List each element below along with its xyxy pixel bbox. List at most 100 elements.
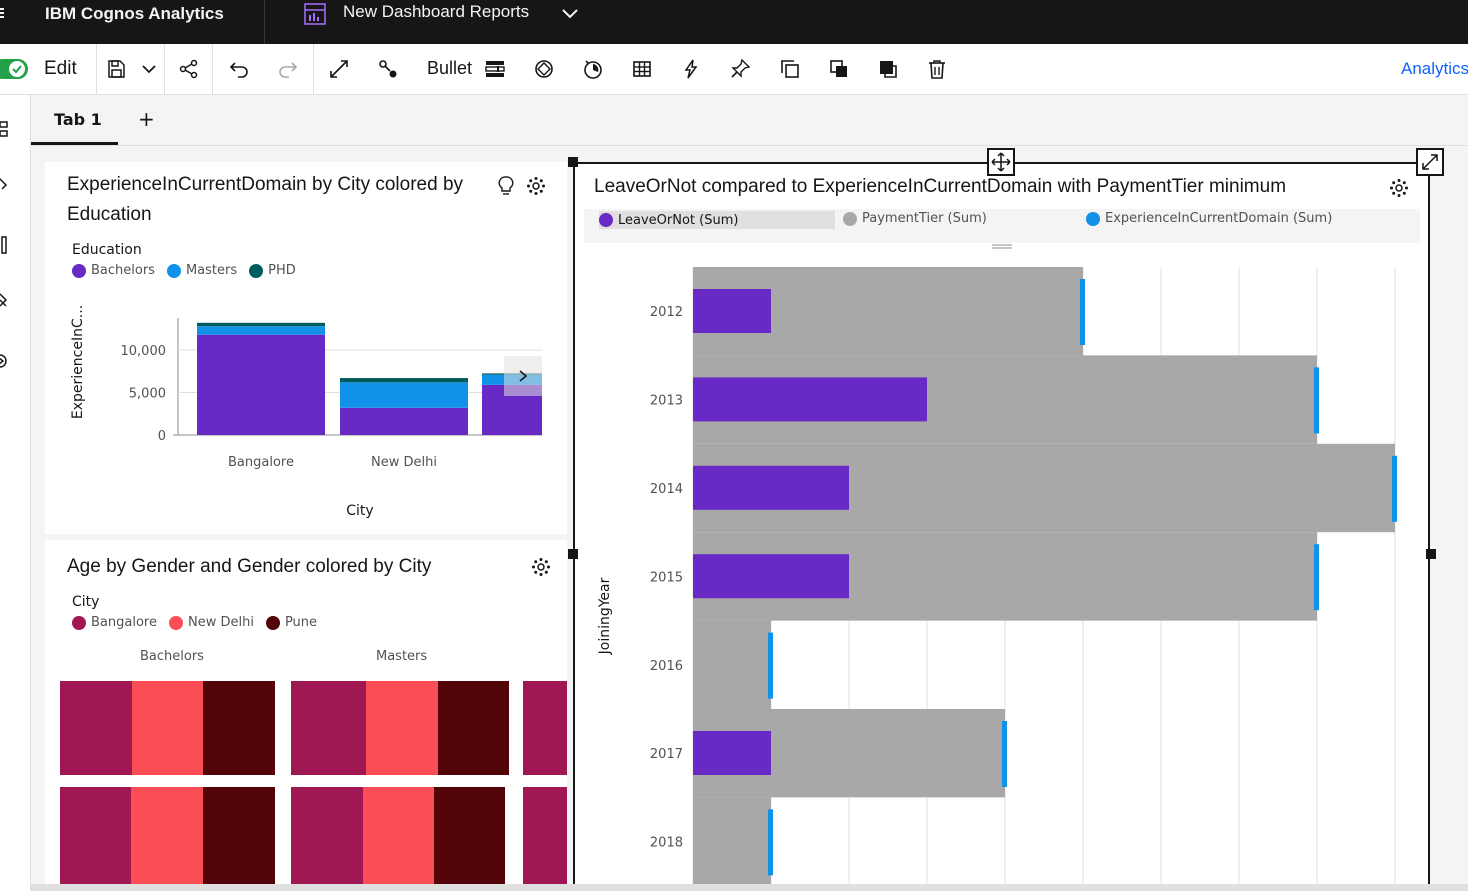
bar-chart[interactable]: ExperienceInC... City 10,000 5,000 0 Banga…: [45, 302, 567, 532]
leaveornot-bar[interactable]: [693, 289, 771, 333]
send-to-back-icon[interactable]: [876, 57, 900, 81]
paymenttier-bar[interactable]: [693, 620, 771, 709]
bar-segment[interactable]: [340, 407, 468, 435]
expand-icon[interactable]: [327, 57, 351, 81]
legend-item-new-delhi[interactable]: New Delhi: [168, 615, 254, 630]
resize-handle-top-left[interactable]: [568, 157, 578, 167]
visualizations-icon[interactable]: [0, 235, 10, 255]
timer-icon[interactable]: [581, 57, 605, 81]
leaveornot-bar[interactable]: [693, 465, 849, 510]
bullet-chart[interactable]: JoiningYear 2012 2013 2014 2015 2016 2017 2018: [575, 244, 1428, 889]
widget-leaveornot-bullet[interactable]: LeaveOrNot compared to ExperienceInCurre…: [573, 162, 1430, 891]
experience-marker[interactable]: [1002, 721, 1007, 787]
legend-item-pune[interactable]: Pune: [265, 615, 317, 630]
resize-handle-left[interactable]: [568, 549, 578, 559]
heatmap-cell[interactable]: [60, 681, 132, 775]
legend-swatch: [599, 213, 613, 227]
move-handle-icon[interactable]: [987, 148, 1015, 176]
bar-segment[interactable]: [340, 378, 468, 383]
bring-to-front-icon[interactable]: [827, 57, 851, 81]
heatmap-cell[interactable]: [366, 681, 438, 775]
bullet-chart-icon[interactable]: [483, 57, 507, 81]
heatmap-cell[interactable]: [363, 787, 434, 885]
heatmap-cell[interactable]: [203, 787, 275, 885]
legend-item-bangalore[interactable]: Bangalore: [72, 615, 157, 630]
menu-icon[interactable]: [0, 6, 4, 24]
duplicate-icon[interactable]: [778, 57, 802, 81]
bar-segment[interactable]: [197, 326, 325, 335]
share-icon[interactable]: [177, 57, 201, 81]
horizontal-scrollbar[interactable]: [31, 884, 1468, 891]
legend-item-leaveornot[interactable]: LeaveOrNot (Sum): [599, 211, 835, 229]
connect-icon[interactable]: [376, 57, 400, 81]
widgets-icon[interactable]: [0, 291, 10, 311]
heatmap-cell[interactable]: [203, 681, 275, 775]
leaveornot-bar[interactable]: [693, 731, 771, 775]
pin-icon[interactable]: [728, 57, 752, 81]
heatmap-cell[interactable]: [60, 787, 131, 885]
experience-marker[interactable]: [1314, 544, 1319, 611]
leaveornot-bar[interactable]: [693, 554, 849, 599]
save-menu-chevron-icon[interactable]: [137, 57, 161, 81]
report-title[interactable]: New Dashboard Reports: [343, 2, 529, 22]
widget-experience-by-city[interactable]: ExperienceInCurrentDomain by City colore…: [45, 162, 567, 534]
settings-gear-icon[interactable]: [526, 176, 546, 196]
experience-marker[interactable]: [1392, 455, 1397, 522]
experience-marker[interactable]: [768, 632, 773, 699]
resize-handle-right[interactable]: [1426, 549, 1436, 559]
heatmap-cell[interactable]: [434, 787, 505, 885]
legend-swatch: [166, 263, 181, 278]
legend-item-masters[interactable]: Masters: [166, 263, 237, 278]
heatmap-cell[interactable]: [131, 787, 203, 885]
y-tick-label: 2014: [650, 482, 683, 497]
table-icon[interactable]: [630, 57, 654, 81]
add-tab-button[interactable]: +: [138, 107, 155, 131]
properties-icon[interactable]: [532, 57, 556, 81]
delete-icon[interactable]: [925, 57, 949, 81]
legend-item-phd[interactable]: PHD: [249, 263, 296, 278]
edit-toggle[interactable]: [0, 59, 28, 79]
legend-item-paymenttier[interactable]: PaymentTier (Sum): [843, 211, 987, 226]
y-axis-title: ExperienceInC...: [70, 305, 86, 419]
experience-marker[interactable]: [768, 809, 773, 876]
data-tree-icon[interactable]: [0, 119, 10, 139]
settings-gear-icon[interactable]: [531, 557, 551, 577]
heatmap-cell[interactable]: [291, 787, 363, 885]
chevron-down-icon[interactable]: [560, 4, 580, 24]
legend-resize-handle[interactable]: [992, 235, 1012, 249]
heatmap-cell[interactable]: [438, 681, 509, 775]
heatmap-cell[interactable]: [523, 681, 567, 775]
heatmap-cell[interactable]: [132, 681, 203, 775]
bar-segment[interactable]: [197, 334, 325, 435]
redo-icon[interactable]: [276, 57, 300, 81]
leaveornot-bar[interactable]: [693, 377, 927, 422]
pencil-icon[interactable]: [0, 173, 10, 193]
bar-segment[interactable]: [197, 322, 325, 327]
heatmap-cell[interactable]: [523, 787, 567, 885]
legend-item-experience[interactable]: ExperienceInCurrentDomain (Sum): [1086, 211, 1332, 226]
tab-1[interactable]: Tab 1: [31, 95, 118, 145]
heatmap-cell[interactable]: [291, 681, 366, 775]
settings-gear-icon[interactable]: [1389, 178, 1409, 198]
legend-item-bachelors[interactable]: Bachelors: [72, 263, 155, 278]
save-icon[interactable]: [104, 57, 128, 81]
heatmap-chart[interactable]: [45, 670, 567, 885]
lightbulb-icon[interactable]: [496, 175, 516, 197]
analytics-link[interactable]: Analytics: [1401, 59, 1468, 79]
maximize-icon[interactable]: [1416, 148, 1444, 176]
experience-marker[interactable]: [1314, 367, 1319, 434]
product-brand[interactable]: IBM Cognos Analytics: [45, 4, 224, 24]
column-header: Bachelors: [140, 649, 204, 664]
experience-marker[interactable]: [1080, 279, 1085, 345]
x-tick-label: Bangalore: [228, 455, 294, 470]
y-tick-label: 2012: [650, 305, 683, 320]
lightning-icon[interactable]: [679, 57, 703, 81]
bar-segment[interactable]: [340, 382, 468, 408]
visualization-type-label[interactable]: Bullet: [427, 58, 472, 79]
paymenttier-bar[interactable]: [693, 797, 771, 886]
widget-age-by-gender[interactable]: Age by Gender and Gender colored by City…: [45, 540, 567, 885]
scroll-next-button[interactable]: [504, 356, 542, 396]
undo-icon[interactable]: [227, 57, 251, 81]
edit-label[interactable]: Edit: [44, 58, 77, 80]
navigation-icon[interactable]: [0, 351, 10, 371]
